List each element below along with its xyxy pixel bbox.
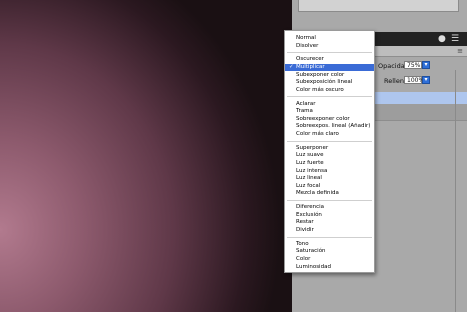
menu-item[interactable]: Color	[285, 256, 374, 263]
menu-item-label: Subexponer color	[296, 71, 345, 78]
layer-row[interactable]	[370, 104, 467, 121]
menu-item-label: Luz intensa	[296, 167, 328, 174]
menu-item-label: Superponer	[296, 144, 329, 151]
fill-dropdown-icon[interactable]: ▾	[422, 76, 430, 84]
panel-menu-icon[interactable]: ☰	[451, 34, 461, 44]
menu-item[interactable]: Diferencia	[285, 204, 374, 211]
menu-item[interactable]: Superponer	[285, 145, 374, 152]
menu-item-label: Aclarar	[296, 100, 316, 107]
menu-item-label: Normal	[296, 35, 316, 41]
menu-item[interactable]: Normal	[285, 35, 374, 42]
menu-item[interactable]: ✓ Multiplicar	[285, 64, 374, 71]
fill-field[interactable]: 100%	[404, 76, 424, 84]
menu-item[interactable]: Luz fuerte	[285, 160, 374, 167]
menu-item[interactable]: Trama	[285, 108, 374, 115]
menu-item[interactable]: Restar	[285, 219, 374, 226]
menu-item-label: Luz fuerte	[296, 160, 324, 166]
menu-item-label: Luz lineal	[296, 175, 322, 182]
opacity-field[interactable]: 75%	[404, 61, 422, 69]
menu-item-label: Sobreexponer color	[296, 115, 350, 122]
menu-separator	[287, 236, 372, 238]
menu-item-label: Trama	[296, 108, 313, 115]
menu-item[interactable]: Oscurecer	[285, 56, 374, 63]
menu-item-label: Luminosidad	[296, 263, 331, 270]
document-canvas[interactable]	[0, 0, 292, 312]
menu-item[interactable]: Exclusión	[285, 212, 374, 219]
menu-item-label: Restar	[296, 219, 314, 226]
menu-item-label: Luz focal	[296, 182, 321, 189]
menu-item-label: Color más claro	[296, 131, 339, 137]
menu-item[interactable]: Subexponer color	[285, 72, 374, 79]
menu-item[interactable]: Luz lineal	[285, 175, 374, 182]
menu-item-label: Oscurecer	[296, 56, 324, 63]
menu-separator	[287, 96, 372, 98]
menu-item-label: Color más oscuro	[296, 86, 344, 93]
menu-item[interactable]: Luz intensa	[285, 168, 374, 175]
menu-item-label: Disolver	[296, 42, 319, 49]
menu-item-label: Mezcla definida	[296, 190, 339, 197]
menu-item[interactable]: Tono	[285, 241, 374, 248]
menu-separator	[287, 140, 372, 142]
menu-item[interactable]: Mezcla definida	[285, 190, 374, 197]
menu-item[interactable]: Color más oscuro	[285, 87, 374, 94]
menu-item-label: Color	[296, 256, 311, 262]
blend-mode-menu: Normal Disolver Oscurecer ✓ Multiplicar Subex…	[284, 30, 375, 273]
menu-separator	[287, 200, 372, 201]
menu-item[interactable]: Aclarar	[285, 101, 374, 108]
menu-item-label: Multiplicar	[296, 64, 325, 70]
panel-grip-icon[interactable]: ≡	[457, 47, 463, 55]
layer-row-selected[interactable]	[370, 92, 467, 104]
menu-item[interactable]: Saturación	[285, 248, 374, 255]
menu-item-label: Sobreexpos. lineal (Añadir)	[296, 123, 371, 130]
menu-item-label: Luz suave	[296, 152, 324, 159]
menu-separator	[287, 52, 372, 54]
menu-item[interactable]: Luminosidad	[285, 264, 374, 271]
panel-tool-icon[interactable]: ●	[438, 34, 448, 44]
menu-item-label: Exclusión	[296, 211, 322, 218]
panel-top-box	[298, 0, 459, 12]
menu-item[interactable]: Dividir	[285, 227, 374, 234]
menu-item[interactable]: Sobreexponer color	[285, 116, 374, 123]
menu-item[interactable]: Subexposición lineal	[285, 79, 374, 86]
menu-item-label: Subexposición lineal	[296, 79, 353, 86]
opacity-dropdown-icon[interactable]: ▾	[422, 61, 430, 69]
menu-item-label: Tono	[296, 240, 309, 247]
menu-item[interactable]: Disolver	[285, 43, 374, 50]
panel-divider	[455, 70, 456, 312]
menu-item[interactable]: Sobreexpos. lineal (Añadir)	[285, 123, 374, 130]
menu-item[interactable]: Luz focal	[285, 183, 374, 190]
menu-item[interactable]: Color más claro	[285, 131, 374, 138]
menu-item-label: Dividir	[296, 227, 314, 233]
menu-item-label: Diferencia	[296, 204, 325, 211]
checkmark-icon: ✓	[289, 64, 294, 70]
menu-item[interactable]: Luz suave	[285, 152, 374, 159]
menu-item-label: Saturación	[296, 248, 326, 255]
